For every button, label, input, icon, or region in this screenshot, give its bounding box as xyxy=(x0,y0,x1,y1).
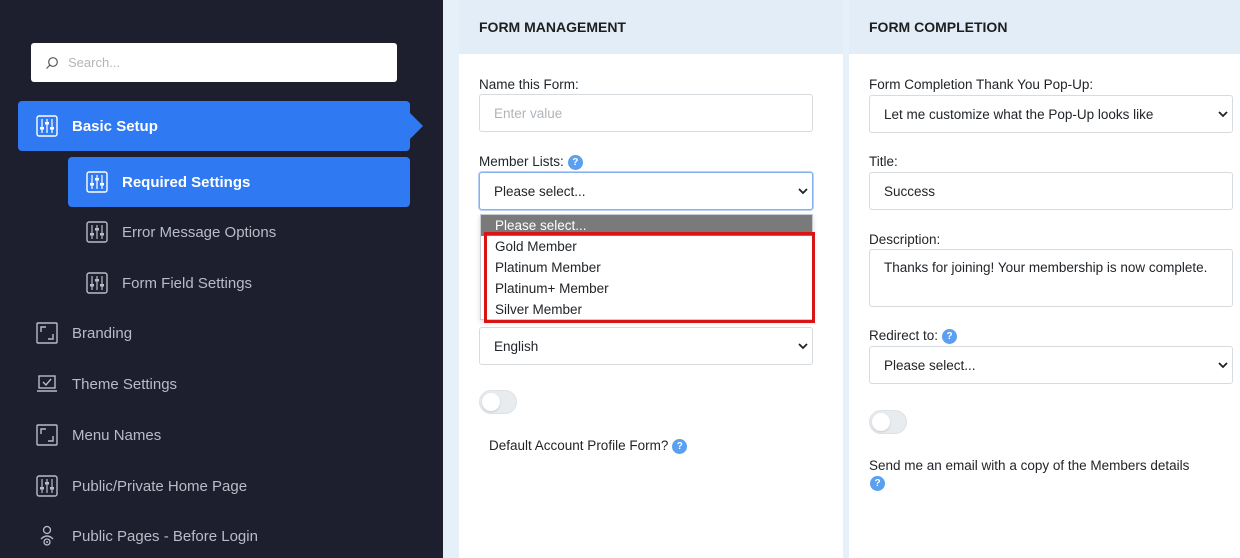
chevron-down-icon xyxy=(798,188,808,195)
chevron-down-icon xyxy=(1218,362,1228,369)
redirect-label: Redirect to:? xyxy=(869,328,958,344)
user-gear-icon xyxy=(40,525,54,546)
email-copy-toggle[interactable] xyxy=(869,410,907,434)
chevron-down-icon xyxy=(798,343,808,350)
default-profile-toggle[interactable] xyxy=(479,390,517,414)
help-icon[interactable]: ? xyxy=(870,476,885,491)
sidebar-item-label: Public/Private Home Page xyxy=(72,477,248,495)
sidebar-item-form-field-settings[interactable]: Form Field Settings xyxy=(68,261,410,305)
frame-icon xyxy=(36,322,58,344)
sidebar-item-label: Theme Settings xyxy=(72,375,178,393)
sidebar-item-label: Error Message Options xyxy=(122,223,277,241)
sidebar: Basic Setup Required Settings Error Mess… xyxy=(0,0,443,558)
description-textarea[interactable]: Thanks for joining! Your membership is n… xyxy=(869,249,1233,307)
sidebar-item-label: Form Field Settings xyxy=(122,274,253,292)
popup-label: Form Completion Thank You Pop-Up: xyxy=(869,77,1094,92)
form-name-input[interactable]: Enter value xyxy=(479,94,813,132)
default-profile-label: Default Account Profile Form?? xyxy=(489,438,688,454)
laptop-check-icon xyxy=(37,375,57,392)
sidebar-item-error-message-options[interactable]: Error Message Options xyxy=(68,210,410,254)
sidebar-item-required-settings[interactable]: Required Settings xyxy=(68,157,410,207)
sidebar-item-branding[interactable]: Branding xyxy=(18,311,410,355)
dropdown-option[interactable]: Gold Member xyxy=(481,236,812,257)
sliders-icon xyxy=(36,475,58,497)
member-lists-value: Please select... xyxy=(494,183,586,199)
help-icon[interactable]: ? xyxy=(672,438,688,454)
member-lists-label-text: Member Lists: xyxy=(479,154,564,169)
sidebar-item-label: Branding xyxy=(72,324,133,342)
popup-value: Let me customize what the Pop-Up looks l… xyxy=(884,106,1154,122)
sidebar-item-label: Public Pages - Before Login xyxy=(72,527,258,545)
sidebar-item-label: Basic Setup xyxy=(72,117,158,135)
dropdown-option[interactable]: Please select... xyxy=(481,215,812,236)
description-label: Description: xyxy=(869,232,941,247)
search-box[interactable] xyxy=(31,43,397,82)
sidebar-item-public-private-home-page[interactable]: Public/Private Home Page xyxy=(18,464,410,508)
dropdown-option[interactable]: Platinum+ Member xyxy=(481,278,812,299)
sidebar-item-menu-names[interactable]: Menu Names xyxy=(18,413,410,457)
sidebar-item-label: Required Settings xyxy=(122,173,251,191)
sliders-icon xyxy=(86,171,108,193)
title-input[interactable]: Success xyxy=(869,172,1233,210)
member-lists-select[interactable]: Please select... xyxy=(479,172,813,210)
sidebar-item-theme-settings[interactable]: Theme Settings xyxy=(18,362,410,406)
toggle-knob xyxy=(872,413,890,431)
toggle-knob xyxy=(482,393,500,411)
member-lists-dropdown: Please select... Gold Member Platinum Me… xyxy=(480,214,813,320)
form-management-header: FORM MANAGEMENT xyxy=(459,0,843,54)
email-copy-label: Send me an email with a copy of the Memb… xyxy=(869,458,1190,473)
redirect-label-text: Redirect to: xyxy=(869,328,939,343)
search-icon xyxy=(46,56,58,69)
help-icon[interactable]: ? xyxy=(942,328,958,344)
form-completion-header: FORM COMPLETION xyxy=(849,0,1240,54)
frame-icon xyxy=(36,424,58,446)
language-value: English xyxy=(494,338,539,354)
sidebar-item-public-pages-before-login[interactable]: Public Pages - Before Login xyxy=(18,514,410,558)
active-arrow xyxy=(410,113,423,139)
dropdown-option[interactable]: Platinum Member xyxy=(481,257,812,278)
sliders-icon xyxy=(36,115,58,137)
language-select[interactable]: English xyxy=(479,327,813,365)
form-name-label: Name this Form: xyxy=(479,77,579,92)
chevron-down-icon xyxy=(1218,111,1228,118)
redirect-value: Please select... xyxy=(884,357,976,373)
default-profile-label-text: Default Account Profile Form? xyxy=(489,438,669,453)
title-label: Title: xyxy=(869,154,898,169)
sidebar-item-label: Menu Names xyxy=(72,426,162,444)
dropdown-option[interactable]: Silver Member xyxy=(481,299,812,320)
sidebar-item-basic-setup[interactable]: Basic Setup xyxy=(18,101,423,151)
sliders-icon xyxy=(86,272,108,294)
redirect-select[interactable]: Please select... xyxy=(869,346,1233,384)
popup-select[interactable]: Let me customize what the Pop-Up looks l… xyxy=(869,95,1233,133)
search-input[interactable] xyxy=(68,55,368,70)
help-icon[interactable]: ? xyxy=(567,154,583,170)
sliders-icon xyxy=(86,221,108,243)
member-lists-label: Member Lists:? xyxy=(479,154,583,170)
